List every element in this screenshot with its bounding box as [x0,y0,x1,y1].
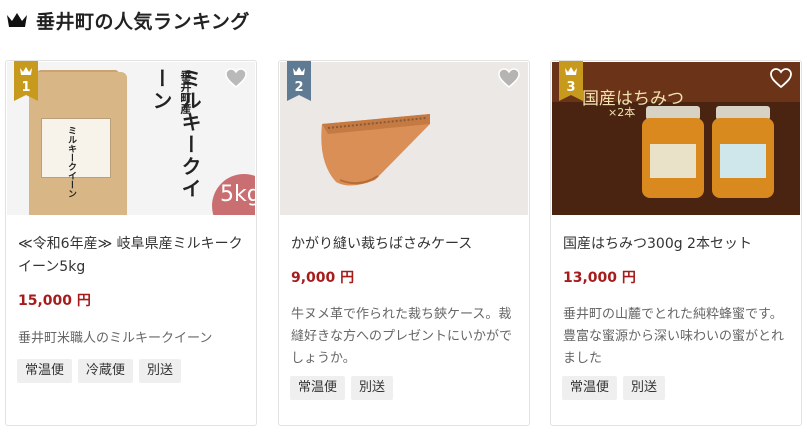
product-price: 9,000 円 [291,270,355,286]
shipping-tags: 常温便 冷蔵便 別送 [17,359,182,383]
section-title: 垂井町の人気ランキング [36,10,250,33]
shipping-tag: 常温便 [562,376,618,400]
ranking-card[interactable]: 国産はちみつ ×2本 3 国産はちみつ300g 2本セット 13,000 円 垂… [550,60,802,426]
shipping-tag: 別送 [351,376,394,400]
product-image[interactable]: 国産はちみつ ×2本 [552,62,800,215]
ranking-list: ミルキークイーン 垂井町産 ミルキークイーン 5kg 1 ≪令和6年産≫ 岐阜県… [5,60,805,430]
shipping-tag: 別送 [139,359,182,383]
shipping-tag: 常温便 [290,376,346,400]
shipping-tag: 冷蔵便 [78,359,134,383]
weight-badge: 5kg [212,174,255,215]
scissors-case-illustration [280,62,528,215]
rank-number: 1 [21,80,31,95]
product-price: 13,000 円 [563,270,636,286]
favorite-heart-icon[interactable] [497,67,521,89]
ranking-header: 垂井町の人気ランキング [6,4,250,36]
image-product-text: ミルキークイーン [149,68,202,200]
product-image[interactable]: ミルキークイーン 垂井町産 ミルキークイーン 5kg [7,62,255,215]
rank-badge: 2 [287,61,311,101]
product-title[interactable]: 国産はちみつ300g 2本セット [563,233,791,256]
favorite-heart-icon[interactable] [224,67,248,89]
favorite-heart-icon[interactable] [769,67,793,89]
crown-icon [565,67,577,75]
shipping-tags: 常温便 別送 [290,376,394,400]
product-description: 牛ヌメ革で作られた裁ち鋏ケース。裁縫好きな方へのプレゼントにいかがでしょうか。 [291,307,513,366]
ranking-card[interactable]: 2 かがり縫い裁ちばさみケース 9,000 円 牛ヌメ革で作られた裁ち鋏ケース。… [278,60,530,426]
rank-number: 3 [566,80,576,95]
shipping-tags: 常温便 別送 [562,376,666,400]
ranking-card[interactable]: ミルキークイーン 垂井町産 ミルキークイーン 5kg 1 ≪令和6年産≫ 岐阜県… [5,60,257,426]
rank-badge: 1 [14,61,38,101]
product-title[interactable]: ≪令和6年産≫ 岐阜県産ミルキークイーン5kg [18,233,246,279]
shipping-tag: 別送 [623,376,666,400]
product-title[interactable]: かがり縫い裁ちばさみケース [291,233,519,256]
bag-label-text: ミルキークイーン [66,126,76,198]
crown-icon [293,67,305,75]
product-price: 15,000 円 [18,293,91,309]
rank-number: 2 [294,80,304,95]
rank-badge: 3 [559,61,583,101]
product-image[interactable] [280,62,528,215]
image-count-text: ×2本 [608,106,636,119]
crown-icon [20,67,32,75]
product-description: 垂井町米職人のミルキークイーン [18,331,213,346]
product-description: 垂井町の山麓でとれた純粋蜂蜜です。豊富な蜜源から深い味わいの蜜がとれました [563,307,785,366]
shipping-tag: 常温便 [17,359,73,383]
crown-icon [7,13,27,27]
